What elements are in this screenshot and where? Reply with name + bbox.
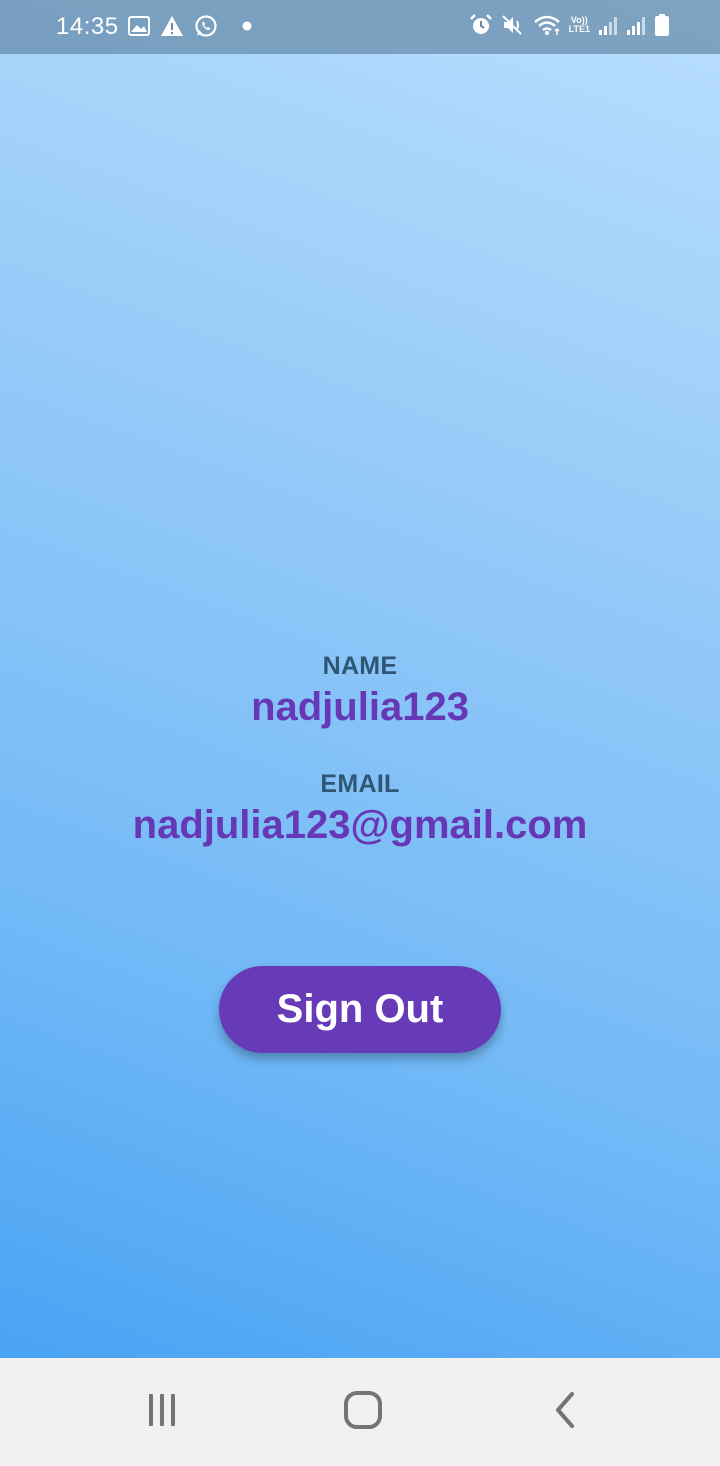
battery-icon <box>654 13 670 37</box>
alarm-icon <box>469 13 493 37</box>
status-time: 14:35 <box>56 13 119 40</box>
dot-icon <box>242 21 252 31</box>
signal-icon <box>626 14 646 36</box>
profile-screen: 14:35 Vo)) LTE1 NAME nadjulia123 EMAIL n… <box>0 0 720 1466</box>
wifi-icon <box>533 13 561 37</box>
signal-icon <box>598 14 618 36</box>
name-label: NAME <box>322 652 398 680</box>
navigation-bar <box>0 1358 720 1466</box>
notification-icons <box>128 14 252 38</box>
mute-icon <box>501 13 525 37</box>
back-button[interactable] <box>535 1384 595 1440</box>
home-button[interactable] <box>333 1384 393 1440</box>
email-label: EMAIL <box>320 770 400 798</box>
home-icon <box>343 1390 383 1435</box>
whatsapp-icon <box>194 14 218 38</box>
name-value: nadjulia123 <box>251 685 469 729</box>
recents-button[interactable] <box>132 1384 192 1440</box>
name-block: NAME nadjulia123 <box>0 652 720 730</box>
recents-icon <box>144 1392 180 1433</box>
email-block: EMAIL nadjulia123@gmail.com <box>0 770 720 848</box>
status-bar: 14:35 Vo)) LTE1 <box>0 0 720 54</box>
email-value: nadjulia123@gmail.com <box>132 803 588 847</box>
warning-icon <box>160 15 184 37</box>
sign-out-button[interactable]: Sign Out <box>219 966 501 1053</box>
system-icons: Vo)) LTE1 <box>469 13 670 37</box>
volte-icon: Vo)) LTE1 <box>569 16 590 34</box>
profile-info: NAME nadjulia123 EMAIL nadjulia123@gmail… <box>0 652 720 848</box>
volte-text-bottom: LTE1 <box>568 24 590 34</box>
back-icon <box>550 1390 580 1435</box>
gallery-icon <box>128 16 150 36</box>
